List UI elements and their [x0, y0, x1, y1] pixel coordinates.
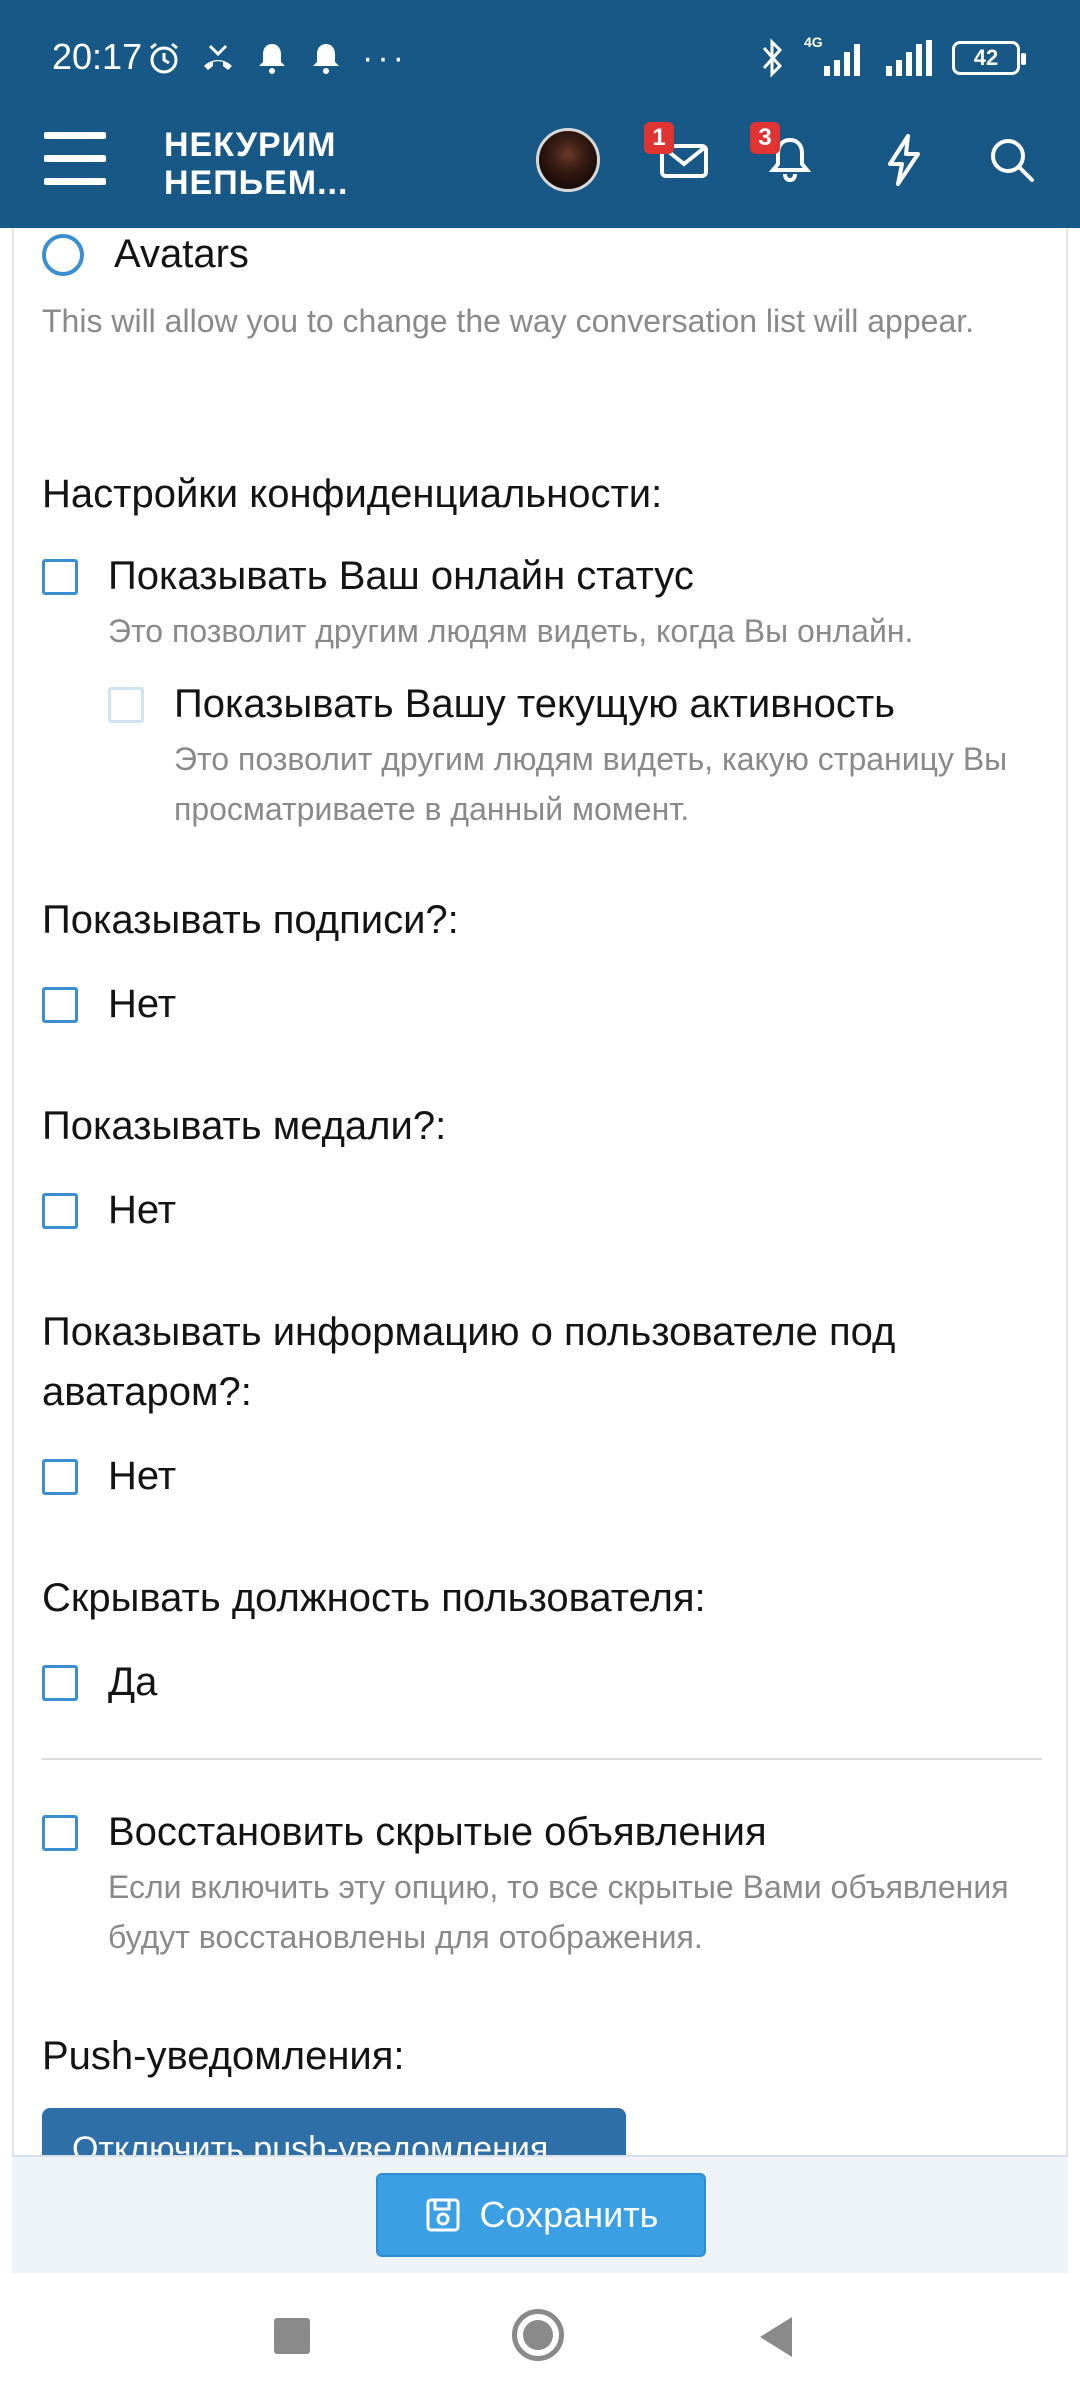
status-bar: 20:17 ··· 4G 42 [0, 0, 1080, 118]
inbox-badge: 1 [644, 122, 674, 154]
search-button[interactable] [984, 132, 1040, 188]
home-icon[interactable] [512, 2309, 564, 2361]
signatures-heading: Показывать подписи?: [42, 898, 459, 942]
medals-row[interactable]: Нет [42, 1188, 176, 1233]
lightning-icon [888, 134, 920, 186]
activity-label: Показывать Вашу текущую активность [174, 682, 895, 726]
save-bar: Сохранить [12, 2155, 1068, 2273]
userinfo-row[interactable]: Нет [42, 1454, 176, 1499]
medals-checkbox[interactable] [42, 1192, 78, 1229]
battery-level: 42 [973, 45, 999, 70]
userinfo-label: Нет [108, 1454, 177, 1498]
restore-notices-hint: Если включить эту опцию, то все скрытые … [108, 1869, 1009, 1955]
notification-bell-icon [259, 44, 285, 74]
medals-label: Нет [108, 1188, 177, 1232]
avatars-radio-row[interactable]: Avatars [42, 232, 249, 277]
alerts-badge: 3 [750, 122, 780, 154]
status-icons-right: 4G 42 [760, 34, 1026, 78]
online-status-hint: Это позволит другим людям видеть, когда … [108, 613, 914, 649]
online-status-row[interactable]: Показывать Ваш онлайн статус [42, 554, 694, 599]
network-type: 4G [804, 34, 823, 50]
hide-title-label: Да [108, 1660, 158, 1704]
activity-row[interactable]: Показывать Вашу текущую активность [108, 682, 895, 727]
logo-line-2: НЕПЬЕМ... [164, 164, 349, 202]
back-icon[interactable] [760, 2317, 792, 2357]
hide-title-heading: Скрывать должность пользователя: [42, 1576, 706, 1620]
online-status-label: Показывать Ваш онлайн статус [108, 554, 694, 598]
bluetooth-icon [762, 38, 783, 78]
alerts-button[interactable]: 3 [750, 122, 818, 188]
signatures-checkbox[interactable] [42, 986, 78, 1023]
notification-bell-icon-2 [313, 44, 339, 74]
signatures-label: Нет [108, 982, 177, 1026]
avatars-hint: This will allow you to change the way co… [42, 303, 975, 339]
status-icons-left: ··· [146, 40, 408, 76]
app-bar: НЕКУРИМ НЕПЬЕМ... 1 3 [0, 118, 1080, 228]
preferences-form: Avatars This will allow you to change th… [12, 228, 1068, 2178]
hide-title-row[interactable]: Да [42, 1660, 157, 1705]
restore-notices-row[interactable]: Восстановить скрытые объявления [42, 1810, 767, 1855]
online-status-checkbox[interactable] [42, 558, 78, 595]
avatars-radio[interactable] [42, 233, 84, 276]
section-divider [42, 1758, 1042, 1760]
avatars-label: Avatars [114, 232, 249, 276]
system-nav-bar [0, 2273, 1080, 2400]
recent-apps-icon[interactable] [274, 2318, 310, 2354]
inbox-button[interactable]: 1 [644, 122, 712, 188]
hide-title-checkbox[interactable] [42, 1664, 78, 1701]
site-logo[interactable]: НЕКУРИМ НЕПЬЕМ... [164, 126, 348, 202]
missed-call-icon [204, 44, 232, 70]
activity-hint: Это позволит другим людям видеть, какую … [174, 741, 1008, 827]
save-button[interactable]: Сохранить [376, 2173, 706, 2257]
signal-icon [886, 40, 932, 76]
more-notifications-icon: ··· [362, 39, 408, 77]
cellular-4g-icon: 4G [804, 34, 866, 78]
whats-new-button[interactable] [876, 132, 932, 188]
save-button-label: Сохранить [479, 2194, 659, 2235]
privacy-heading: Настройки конфиденциальности: [42, 472, 663, 516]
battery-indicator: 42 [952, 41, 1026, 75]
medals-heading: Показывать медали?: [42, 1104, 447, 1148]
restore-notices-checkbox[interactable] [42, 1814, 78, 1851]
status-time: 20:17 [52, 36, 143, 77]
activity-checkbox[interactable] [108, 686, 144, 723]
userinfo-checkbox[interactable] [42, 1458, 78, 1495]
search-icon [991, 139, 1034, 182]
alarm-icon [150, 42, 178, 74]
logo-line-1: НЕКУРИМ [164, 126, 337, 164]
signatures-row[interactable]: Нет [42, 982, 176, 1027]
userinfo-heading: Показывать информацию о пользователе под… [42, 1310, 896, 1414]
save-icon [426, 2198, 460, 2232]
restore-notices-label: Восстановить скрытые объявления [108, 1810, 767, 1854]
push-heading: Push-уведомления: [42, 2034, 405, 2078]
menu-hamburger-icon[interactable] [44, 132, 106, 192]
top-header: 20:17 ··· 4G 42 НЕКУРИМ НЕПЬЕМ... 1 3 [0, 0, 1080, 228]
user-avatar[interactable] [536, 128, 600, 192]
